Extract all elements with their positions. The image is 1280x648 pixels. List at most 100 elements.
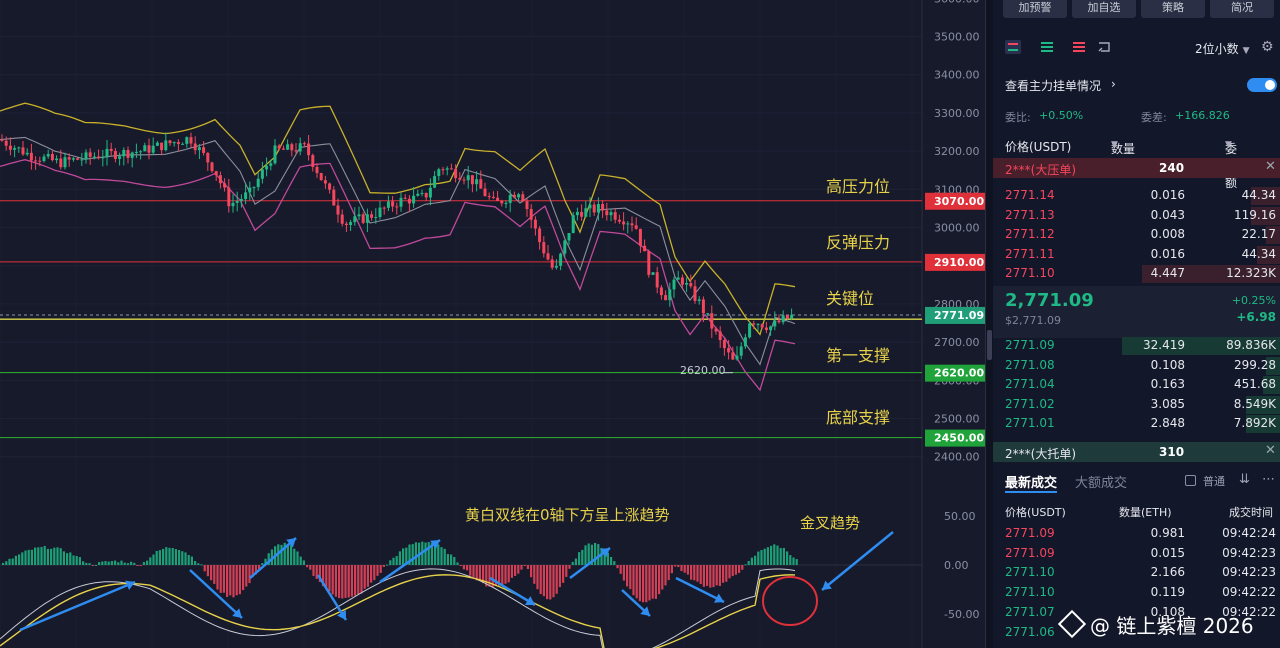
candle-body bbox=[265, 165, 269, 170]
macd-histogram-bar bbox=[795, 559, 798, 565]
macd-histogram-bar bbox=[613, 561, 616, 565]
candle-body bbox=[55, 158, 59, 161]
candle-body bbox=[353, 216, 357, 223]
macd-histogram-bar bbox=[770, 545, 773, 565]
candle-body bbox=[710, 313, 714, 329]
gear-icon[interactable]: ⚙ bbox=[1261, 39, 1274, 55]
macd-histogram-bar bbox=[766, 547, 769, 565]
candle-body bbox=[441, 169, 445, 171]
macd-histogram-bar bbox=[110, 561, 113, 565]
level-annotation: 第一支撑 bbox=[826, 346, 890, 365]
divider-handle[interactable] bbox=[987, 330, 992, 360]
panel-divider[interactable] bbox=[985, 0, 993, 648]
candle-body bbox=[307, 143, 311, 156]
boll-mid-line bbox=[0, 136, 796, 366]
candle-body bbox=[13, 148, 17, 150]
close-icon[interactable]: ✕ bbox=[1265, 443, 1276, 458]
macd-histogram-bar bbox=[574, 558, 577, 565]
candle-body bbox=[727, 348, 731, 353]
ask-row[interactable]: 2771.12 0.008 22.17 bbox=[993, 225, 1280, 245]
candle-body bbox=[105, 148, 109, 158]
bid-big-qty: 310 bbox=[1159, 445, 1185, 459]
candle-body bbox=[122, 149, 126, 157]
big-order-toggle[interactable] bbox=[1247, 78, 1277, 92]
macd-histogram-bar bbox=[510, 565, 513, 578]
big-order-label[interactable]: 查看主力挂单情况 bbox=[1005, 77, 1101, 94]
decimals-select[interactable]: 2位小数 ▼ bbox=[1195, 40, 1250, 57]
macd-histogram-bar bbox=[328, 565, 331, 592]
price: 2771.13 bbox=[1005, 207, 1055, 222]
candle-body bbox=[147, 145, 151, 153]
candle-body bbox=[529, 209, 533, 220]
tab-large-trades[interactable]: 大额成交 bbox=[1075, 472, 1127, 491]
bid-big-order-bar[interactable]: 2***(大托单) 310 ✕ bbox=[993, 442, 1280, 462]
bid-row[interactable]: 2771.08 0.108 299.28 bbox=[993, 356, 1280, 376]
macd-histogram-bar bbox=[293, 548, 296, 565]
bid-row[interactable]: 2771.04 0.163 451.68 bbox=[993, 375, 1280, 395]
macd-histogram-bar bbox=[130, 561, 133, 565]
macd-histogram-bar bbox=[226, 565, 229, 597]
macd-histogram-bar bbox=[235, 565, 238, 596]
close-icon[interactable]: ✕ bbox=[1265, 159, 1276, 174]
candle-body bbox=[357, 214, 361, 217]
candle-body bbox=[210, 162, 214, 172]
bids-only-view-icon[interactable] bbox=[1039, 40, 1055, 54]
qty: 32.419 bbox=[1143, 338, 1185, 352]
strategy-button[interactable]: 策略 bbox=[1141, 0, 1205, 18]
orderbook-toolbar: 2位小数 ▼ ⚙ bbox=[993, 36, 1280, 60]
depth-chart-icon[interactable] bbox=[1097, 40, 1113, 54]
macd-histogram-bar bbox=[715, 565, 718, 586]
candle-body bbox=[428, 187, 432, 198]
macd-histogram-bar bbox=[654, 565, 657, 599]
macd-histogram-bar bbox=[75, 556, 78, 565]
trade-qty: 2.166 bbox=[1150, 565, 1185, 580]
ask-big-order-bar[interactable]: 2***(大压单) 240 ✕ bbox=[993, 158, 1280, 178]
macd-histogram-bar bbox=[136, 565, 139, 566]
candle-body bbox=[643, 245, 647, 252]
ask-row[interactable]: 2771.10 4.447 12.323K bbox=[993, 264, 1280, 284]
tab-latest-trades[interactable]: 最新成交 bbox=[1005, 472, 1057, 491]
ask-row[interactable]: 2771.11 0.016 44.34 bbox=[993, 245, 1280, 265]
macd-histogram-bar bbox=[363, 565, 366, 589]
trade-price: 2771.06 bbox=[1005, 624, 1055, 639]
macd-histogram-bar bbox=[280, 544, 283, 565]
price-chart[interactable]: 3600.003500.003400.003300.003200.003100.… bbox=[0, 0, 985, 648]
ask-row[interactable]: 2771.14 0.016 44.34 bbox=[993, 186, 1280, 206]
summary-button[interactable]: 简况 bbox=[1210, 0, 1274, 18]
more-icon[interactable]: ⋯ bbox=[1262, 472, 1275, 487]
macd-histogram-bar bbox=[773, 544, 776, 565]
both-sides-view-icon[interactable] bbox=[1005, 40, 1021, 54]
macd-histogram-bar bbox=[190, 556, 193, 565]
add-alert-button[interactable]: 加预警 bbox=[1003, 0, 1067, 18]
trade-qty: 0.981 bbox=[1150, 526, 1185, 540]
candle-body bbox=[420, 192, 424, 194]
macd-histogram-bar bbox=[2, 562, 5, 565]
candle-body bbox=[294, 150, 298, 152]
chevron-right-icon[interactable]: › bbox=[1111, 77, 1116, 91]
candle-body bbox=[88, 152, 92, 157]
macd-histogram-bar bbox=[760, 550, 763, 565]
bid-row[interactable]: 2771.09 32.419 89.836K bbox=[993, 336, 1280, 356]
macd-histogram-bar bbox=[533, 565, 536, 584]
price: 2771.09 bbox=[1005, 338, 1055, 352]
trade-time: 09:42:23 bbox=[1222, 565, 1276, 580]
filter-icon[interactable]: ⇊ bbox=[1239, 472, 1250, 487]
macd-histogram-bar bbox=[427, 542, 430, 565]
macd-histogram-bar bbox=[302, 560, 305, 565]
macd-histogram-bar bbox=[312, 565, 315, 576]
asks-only-view-icon[interactable] bbox=[1071, 40, 1087, 54]
candle-body bbox=[655, 272, 659, 288]
macd-histogram-bar bbox=[539, 565, 542, 595]
candle-body bbox=[38, 160, 42, 162]
candle-body bbox=[382, 207, 386, 209]
chart-canvas[interactable]: 3600.003500.003400.003300.003200.003100.… bbox=[0, 0, 985, 648]
qty: 0.043 bbox=[1150, 207, 1185, 222]
bid-row[interactable]: 2771.02 3.085 8.549K bbox=[993, 395, 1280, 415]
candle-body bbox=[344, 223, 348, 226]
qty: 0.016 bbox=[1150, 188, 1185, 202]
ask-row[interactable]: 2771.13 0.043 119.16 bbox=[993, 206, 1280, 226]
macd-histogram-bar bbox=[632, 565, 635, 596]
add-watchlist-button[interactable]: 加自选 bbox=[1072, 0, 1136, 18]
bid-row[interactable]: 2771.01 2.848 7.892K bbox=[993, 414, 1280, 434]
normal-checkbox[interactable] bbox=[1185, 475, 1196, 486]
